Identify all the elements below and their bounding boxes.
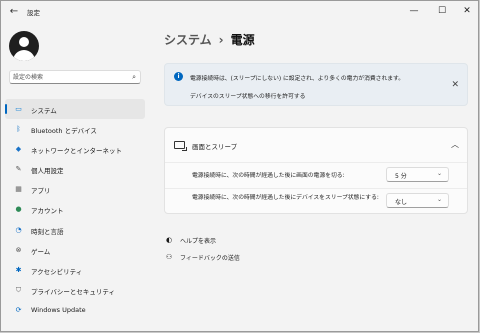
breadcrumb: システム › 電源 <box>164 31 255 48</box>
sidebar-item-2[interactable]: ᛒ Bluetooth とデバイス <box>5 119 145 139</box>
sidebar-item-label: アプリ <box>31 187 51 196</box>
sidebar-item-1[interactable]: ▭ システム <box>5 99 145 120</box>
sidebar-item-label: Bluetooth とデバイス <box>31 127 97 136</box>
screen-off-label: 電源接続時に、次の時間が経過した後に画面の電源を切る: <box>192 173 345 179</box>
search-box[interactable]: ⌕ <box>9 70 141 84</box>
sleep-value: なし <box>395 199 408 206</box>
screen-off-row: 電源接続時に、次の時間が経過した後に画面の電源を切る: 5 分 ⌄ <box>165 162 467 188</box>
screen-sleep-header[interactable]: 画面とスリープ ︿ <box>165 128 467 162</box>
maximize-icon[interactable]: ☐ <box>430 3 454 19</box>
screen-off-value: 5 分 <box>395 173 407 180</box>
sidebar-item-6[interactable]: ● アカウント <box>5 199 145 219</box>
sidebar: ⌕ ▭ システム ᛒ Bluetooth とデバイス ◆ ネットワークとインターネット ✎ 個… <box>1 23 151 331</box>
breadcrumb-parent[interactable]: システム <box>164 33 212 47</box>
search-input[interactable] <box>13 71 123 83</box>
sidebar-item-11[interactable]: ⟳ Windows Update <box>5 300 145 320</box>
sidebar-item-label: 個人用設定 <box>31 167 64 176</box>
allow-sleep-link[interactable]: デバイスのスリープ状態への移行を許可する <box>190 91 305 100</box>
sidebar-item-label: ゲーム <box>31 247 51 256</box>
back-arrow-icon[interactable]: ← <box>7 5 21 19</box>
sidebar-item-5[interactable]: ▦ アプリ <box>5 179 145 199</box>
avatar-head <box>19 37 29 47</box>
apps-icon: ▦ <box>15 185 22 194</box>
accessibility-icon: ✱ <box>15 265 22 274</box>
sidebar-nav: ▭ システム ᛒ Bluetooth とデバイス ◆ ネットワークとインターネット ✎ 個人用… <box>5 99 145 320</box>
sidebar-item-label: プライバシーとセキュリティ <box>31 287 115 296</box>
screen-sleep-title: 画面とスリープ <box>192 143 238 151</box>
sidebar-item-label: システム <box>31 107 57 115</box>
feedback-icon: ⚇ <box>165 253 173 261</box>
selection-indicator <box>5 104 7 114</box>
update-icon: ⟳ <box>15 305 22 314</box>
gamepad-icon: ⊗ <box>15 245 22 254</box>
banner-close-icon[interactable]: ✕ <box>451 81 459 90</box>
bluetooth-icon: ᛒ <box>16 125 21 134</box>
close-icon[interactable]: ✕ <box>455 3 478 19</box>
screen-off-dropdown[interactable]: 5 分 ⌄ <box>386 167 449 182</box>
settings-window: ← 設定 — ☐ ✕ ⌕ ▭ システム ᛒ Bluetooth とデバイス ◆ ネットワー… <box>0 0 479 332</box>
monitor-foot-shape <box>182 147 187 151</box>
sleep-dropdown[interactable]: なし ⌄ <box>386 193 449 208</box>
chevron-down-icon: ⌄ <box>436 196 442 203</box>
sidebar-item-3[interactable]: ◆ ネットワークとインターネット <box>5 139 145 159</box>
breadcrumb-separator: › <box>218 33 224 47</box>
feedback-label: フィードバックの送信 <box>180 255 240 262</box>
avatar-body <box>13 50 35 61</box>
sidebar-item-8[interactable]: ⊗ ゲーム <box>5 240 145 260</box>
title-bar: ← 設定 — ☐ ✕ <box>1 1 478 23</box>
sidebar-item-4[interactable]: ✎ 個人用設定 <box>5 159 145 179</box>
chevron-down-icon: ⌄ <box>436 170 442 177</box>
search-icon[interactable]: ⌕ <box>132 72 136 82</box>
sidebar-item-9[interactable]: ✱ アクセシビリティ <box>5 260 145 280</box>
sidebar-item-7[interactable]: ◔ 時刻と言語 <box>5 220 145 240</box>
page-title: 電源 <box>230 33 255 47</box>
clock-globe-icon: ◔ <box>15 225 22 234</box>
sleep-label: 電源接続時に、次の時間が経過した後にデバイスをスリープ状態にする: <box>192 195 379 201</box>
sidebar-item-10[interactable]: ⛉ プライバシーとセキュリティ <box>5 280 145 300</box>
screen-sleep-section: 画面とスリープ ︿ 電源接続時に、次の時間が経過した後に画面の電源を切る: 5 … <box>164 127 468 214</box>
sidebar-item-label: ネットワークとインターネット <box>31 147 122 156</box>
sidebar-item-label: アカウント <box>31 207 64 216</box>
banner-message: 電源接続時は、(スリープにしない) に設定され、より多くの電力が消費されます。 <box>190 76 405 82</box>
monitor-icon: ▭ <box>15 105 22 113</box>
wifi-icon: ◆ <box>15 145 22 154</box>
sidebar-item-label: アクセシビリティ <box>31 267 83 276</box>
brush-icon: ✎ <box>15 165 22 174</box>
app-title: 設定 <box>27 9 40 17</box>
minimize-icon[interactable]: — <box>402 3 426 19</box>
info-banner: i 電源接続時は、(スリープにしない) に設定され、より多くの電力が消費されます… <box>164 63 468 106</box>
shield-icon: ⛉ <box>15 285 22 294</box>
info-icon: i <box>174 72 183 81</box>
get-help-label: ヘルプを表示 <box>180 238 217 245</box>
avatar[interactable] <box>9 31 39 61</box>
sleep-row: 電源接続時に、次の時間が経過した後にデバイスをスリープ状態にする: なし ⌄ <box>165 188 467 214</box>
help-icon: ◐ <box>165 236 173 244</box>
account-icon: ● <box>15 205 22 214</box>
sidebar-item-label: 時刻と言語 <box>31 227 64 236</box>
main-content: システム › 電源 i 電源接続時は、(スリープにしない) に設定され、より多くの電… <box>159 23 478 331</box>
sidebar-item-label: Windows Update <box>31 305 86 314</box>
chevron-up-icon[interactable]: ︿ <box>451 139 459 150</box>
